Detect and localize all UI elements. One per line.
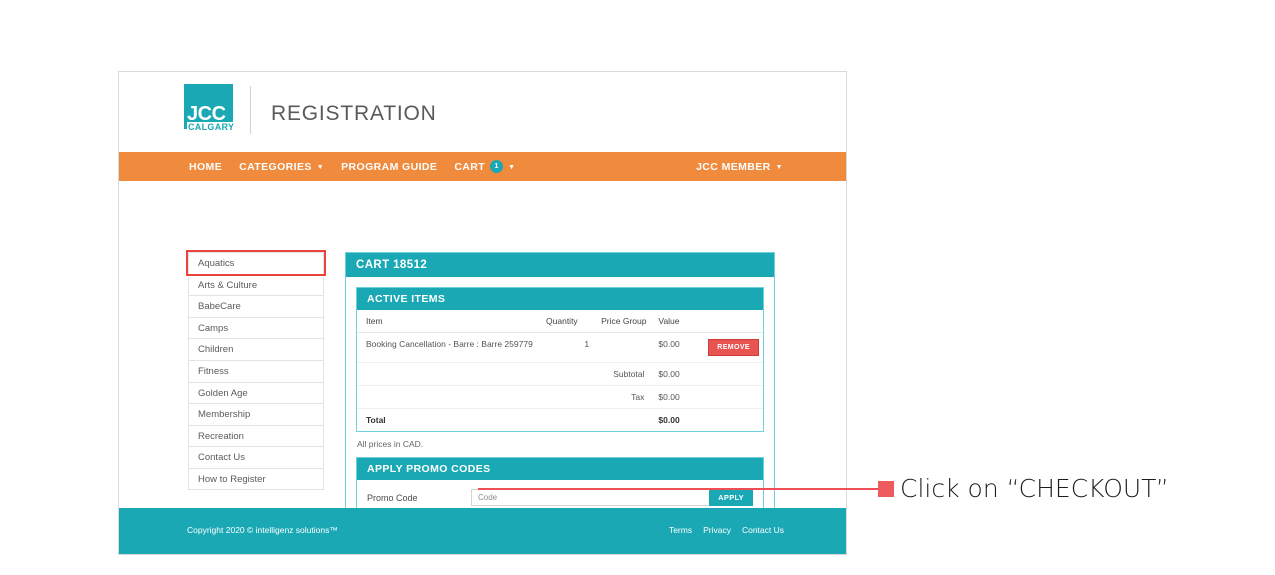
subtotal-label: Subtotal xyxy=(357,362,655,386)
nav-item-home[interactable]: HOME xyxy=(189,161,222,173)
chevron-down-icon: ▼ xyxy=(316,164,325,171)
total-value: $0.00 xyxy=(658,415,680,425)
sidebar-item-label: Recreation xyxy=(198,430,244,442)
cart-items-table: Item Quantity Price Group Value Booking … xyxy=(357,310,763,431)
nav-account-group: JCC MEMBER ▼ xyxy=(696,152,783,181)
sidebar-item-babecare[interactable]: BabeCare xyxy=(188,295,324,317)
category-sidebar: Aquatics Arts & Culture BabeCare Camps C… xyxy=(188,252,324,490)
nav-item-label: CATEGORIES xyxy=(239,160,312,173)
sidebar-item-contact-us[interactable]: Contact Us xyxy=(188,446,324,468)
site-masthead: JCC CALGARY REGISTRATION xyxy=(119,72,846,152)
browser-page-frame: JCC CALGARY REGISTRATION HOME CATEGORIES… xyxy=(118,71,847,555)
footer-link-privacy[interactable]: Privacy xyxy=(703,525,731,535)
cell-item-name: Booking Cancellation - Barre : Barre 259… xyxy=(357,332,543,363)
cell-value: $0.00 xyxy=(654,332,705,363)
cart-count-badge: 1 xyxy=(490,160,504,173)
active-items-title: ACTIVE ITEMS xyxy=(357,288,763,310)
cell-price-group xyxy=(593,332,655,363)
tax-row: Tax $0.00 xyxy=(357,385,763,409)
tax-spacer xyxy=(704,385,763,409)
column-header-item: Item xyxy=(357,310,543,333)
column-header-price-group: Price Group xyxy=(593,310,655,333)
promo-code-input[interactable] xyxy=(471,489,710,506)
cart-panel-title: CART 18512 xyxy=(346,253,774,277)
active-items-box: ACTIVE ITEMS Item Quantity Price Group V… xyxy=(356,287,764,432)
table-header-row: Item Quantity Price Group Value xyxy=(357,310,763,333)
total-row: Total $0.00 xyxy=(357,409,763,432)
page-content: Aquatics Arts & Culture BabeCare Camps C… xyxy=(119,181,846,554)
cell-actions: REMOVE xyxy=(704,332,763,363)
chevron-down-icon: ▼ xyxy=(508,164,516,171)
promo-input-group: APPLY xyxy=(471,489,753,506)
footer-link-terms[interactable]: Terms xyxy=(669,525,692,535)
nav-item-label: JCC MEMBER xyxy=(696,160,771,173)
annotation-instruction-text: Click on “CHECKOUT” xyxy=(900,474,1169,503)
sidebar-item-children[interactable]: Children xyxy=(188,338,324,360)
sidebar-item-label: BabeCare xyxy=(198,301,241,313)
nav-item-label: CART xyxy=(454,160,486,173)
sidebar-item-recreation[interactable]: Recreation xyxy=(188,424,324,447)
sidebar-item-arts-culture[interactable]: Arts & Culture xyxy=(188,273,324,296)
sidebar-item-label: Fitness xyxy=(198,365,229,377)
remove-item-button[interactable]: REMOVE xyxy=(708,339,759,356)
table-row: Booking Cancellation - Barre : Barre 259… xyxy=(357,332,763,363)
sidebar-item-label: Arts & Culture xyxy=(198,279,258,291)
promo-codes-title: APPLY PROMO CODES xyxy=(357,458,763,480)
sidebar-item-membership[interactable]: Membership xyxy=(188,403,324,425)
nav-item-jcc-member[interactable]: JCC MEMBER ▼ xyxy=(696,161,783,173)
footer-copyright: Copyright 2020 © intelligenz solutions™ xyxy=(187,525,338,535)
column-header-quantity: Quantity xyxy=(542,310,594,333)
sidebar-item-label: Children xyxy=(198,344,234,356)
total-spacer-pg xyxy=(593,409,654,432)
column-header-value: Value xyxy=(654,310,705,333)
header-divider xyxy=(250,86,251,134)
sidebar-item-aquatics[interactable]: Aquatics xyxy=(188,252,324,274)
total-label: Total xyxy=(366,415,386,425)
sidebar-item-fitness[interactable]: Fitness xyxy=(188,359,324,382)
annotation-marker-square xyxy=(878,481,894,497)
total-spacer-qty xyxy=(542,409,593,432)
page-title: REGISTRATION xyxy=(271,102,437,125)
nav-item-categories[interactable]: CATEGORIES ▼ xyxy=(239,161,324,173)
sidebar-item-label: How to Register xyxy=(198,473,266,485)
nav-item-label: PROGRAM GUIDE xyxy=(341,160,438,173)
sidebar-item-golden-age[interactable]: Golden Age xyxy=(188,381,324,404)
subtotal-row: Subtotal $0.00 xyxy=(357,362,763,386)
promo-input-row: Promo Code APPLY xyxy=(357,480,763,506)
sidebar-item-camps[interactable]: Camps xyxy=(188,316,324,339)
site-footer: Copyright 2020 © intelligenz solutions™ … xyxy=(119,508,846,554)
logo-jcc-text: JCC xyxy=(187,103,226,125)
logo-calgary-text: CALGARY xyxy=(187,122,236,132)
nav-item-program-guide[interactable]: PROGRAM GUIDE xyxy=(341,161,437,173)
footer-links: Terms Privacy Contact Us xyxy=(669,525,784,535)
column-header-actions xyxy=(704,310,763,333)
nav-primary-group: HOME CATEGORIES ▼ PROGRAM GUIDE CART 1 ▼ xyxy=(189,152,515,181)
nav-item-label: HOME xyxy=(189,160,223,173)
jcc-logo[interactable]: JCC CALGARY xyxy=(184,84,240,136)
tax-label: Tax xyxy=(357,385,655,409)
tax-value: $0.00 xyxy=(654,385,705,409)
subtotal-spacer xyxy=(704,362,763,386)
sidebar-item-label: Membership xyxy=(198,409,251,421)
apply-promo-button[interactable]: APPLY xyxy=(709,489,753,506)
sidebar-item-how-to-register[interactable]: How to Register xyxy=(188,467,324,490)
cell-quantity: 1 xyxy=(542,332,594,363)
promo-code-label: Promo Code xyxy=(367,492,418,503)
main-navigation-bar: HOME CATEGORIES ▼ PROGRAM GUIDE CART 1 ▼… xyxy=(119,152,846,181)
footer-link-contact-us[interactable]: Contact Us xyxy=(742,525,784,535)
nav-item-cart[interactable]: CART 1 ▼ xyxy=(454,160,515,173)
sidebar-item-label: Aquatics xyxy=(198,258,235,269)
annotation-leader-line xyxy=(478,488,883,490)
prices-currency-note: All prices in CAD. xyxy=(357,439,424,449)
chevron-down-icon: ▼ xyxy=(775,164,783,171)
sidebar-item-label: Golden Age xyxy=(198,387,248,399)
total-spacer-act xyxy=(704,409,763,432)
sidebar-item-label: Camps xyxy=(198,322,229,334)
sidebar-item-label: Contact Us xyxy=(198,452,245,464)
subtotal-value: $0.00 xyxy=(654,362,705,386)
